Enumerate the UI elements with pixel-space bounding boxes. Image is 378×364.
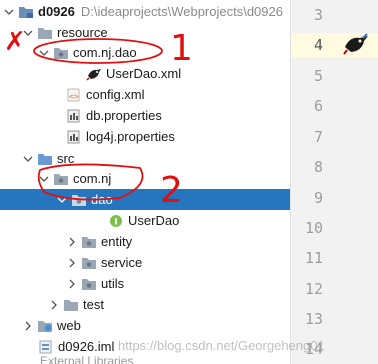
line-number: 7 [313, 128, 323, 146]
line-number: 11 [304, 249, 323, 267]
chevron-down-icon[interactable] [38, 47, 50, 59]
mybatis-bird-icon [343, 33, 369, 58]
line-number: 6 [313, 97, 323, 115]
watermark: https://blog.csdn.net/Georgeheng01 [118, 338, 325, 353]
line-number: 9 [313, 189, 323, 207]
module-folder-icon [18, 5, 34, 19]
package-icon [53, 46, 69, 60]
line-number: 10 [304, 219, 323, 237]
web-folder-icon [37, 319, 53, 333]
properties-file-icon [66, 130, 82, 144]
line-number: 5 [313, 67, 323, 85]
chevron-right-icon[interactable] [66, 257, 78, 269]
editor-gutter: 3 4 5 6 7 8 9 10 11 12 13 14 [290, 0, 378, 364]
tree-label-src: src [57, 151, 75, 166]
line-number-current: 4 [313, 36, 323, 54]
line-number: 12 [304, 280, 323, 298]
svg-text:<>: <> [69, 92, 79, 101]
tree-row-userdao[interactable]: I UserDao [0, 210, 290, 231]
line-number: 8 [313, 158, 323, 176]
tree-label-userdao: UserDao [128, 213, 180, 228]
tree-label-log4j-properties: log4j.properties [86, 129, 175, 144]
tree-row-utils[interactable]: utils [0, 273, 290, 294]
xml-file-icon: <> [66, 88, 82, 102]
tree-row-com-nj[interactable]: com.nj [0, 168, 290, 189]
tree-label-db-properties: db.properties [86, 108, 162, 123]
tree-row-external-libraries[interactable]: External Libraries [40, 354, 133, 364]
interface-icon: I [108, 214, 124, 228]
chevron-down-icon[interactable] [22, 27, 34, 39]
tree-label-com-nj: com.nj [73, 171, 112, 186]
tree-row-project-root[interactable]: d0926 D:\ideaprojects\Webprojects\d0926 [0, 1, 290, 22]
tree-label-d0926-iml: d0926.iml [58, 339, 115, 354]
chevron-right-icon[interactable] [66, 278, 78, 290]
chevron-down-icon[interactable] [56, 194, 68, 206]
tree-row-test[interactable]: test [0, 294, 290, 315]
tree-row-resource[interactable]: resource [0, 22, 290, 43]
chevron-right-icon[interactable] [66, 236, 78, 248]
tree-row-com-nj-dao[interactable]: com.nj.dao [0, 42, 290, 63]
svg-text:I: I [114, 217, 117, 227]
chevron-down-icon[interactable] [22, 153, 34, 165]
package-icon [71, 193, 87, 207]
tree-label-userdao-xml: UserDao.xml [106, 66, 182, 81]
folder-icon [37, 26, 53, 40]
tree-row-src[interactable]: src [0, 148, 290, 169]
tree-label-utils: utils [101, 276, 125, 291]
source-folder-icon [37, 152, 53, 166]
tree-label-config-xml: config.xml [86, 87, 145, 102]
tree-label-web: web [57, 318, 81, 333]
tree-row-log4j-properties[interactable]: log4j.properties [0, 126, 290, 147]
tree-row-web[interactable]: web [0, 315, 290, 336]
tree-label-service: service [101, 255, 143, 270]
chevron-right-icon[interactable] [22, 320, 34, 332]
tree-row-service[interactable]: service [0, 252, 290, 273]
tree-row-db-properties[interactable]: db.properties [0, 105, 290, 126]
project-tree-panel: d0926 D:\ideaprojects\Webprojects\d0926 … [0, 0, 290, 364]
project-name: d0926 [38, 4, 75, 19]
chevron-down-icon[interactable] [3, 6, 15, 18]
tree-label-com-nj-dao: com.nj.dao [73, 45, 137, 60]
tree-label-dao: dao [91, 192, 113, 207]
tree-label-entity: entity [101, 234, 133, 249]
package-icon [81, 277, 97, 291]
tree-row-entity[interactable]: entity [0, 231, 290, 252]
project-path: D:\ideaprojects\Webprojects\d0926 [80, 4, 283, 19]
iml-file-icon [38, 340, 54, 354]
tree-label-test: test [83, 297, 104, 312]
tree-row-userdao-xml[interactable]: UserDao.xml [0, 63, 290, 84]
properties-file-icon [66, 109, 82, 123]
line-number: 13 [304, 310, 323, 328]
folder-icon [63, 298, 79, 312]
line-number: 3 [313, 6, 323, 24]
tree-row-dao-selected[interactable]: dao [0, 189, 290, 210]
tree-row-config-xml[interactable]: <> config.xml [0, 84, 290, 105]
package-icon [81, 235, 97, 249]
mybatis-bird-icon [86, 67, 102, 81]
package-icon [53, 172, 69, 186]
tree-label-resource: resource [57, 25, 108, 40]
package-icon [81, 256, 97, 270]
chevron-right-icon[interactable] [48, 299, 60, 311]
chevron-down-icon[interactable] [38, 173, 50, 185]
